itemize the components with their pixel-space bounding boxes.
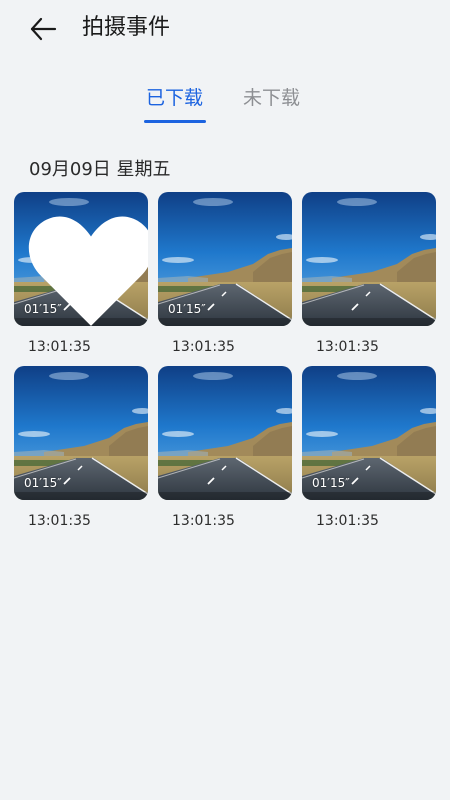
back-button[interactable] (26, 12, 60, 46)
video-thumbnail[interactable]: 01′15″ (302, 366, 436, 500)
app-header: 拍摄事件 (0, 0, 450, 56)
video-thumbnail[interactable] (158, 366, 292, 500)
tab-not-downloaded[interactable]: 未下载 (243, 84, 300, 112)
video-time: 13:01:35 (28, 339, 91, 355)
video-thumbnail[interactable]: 01′15″ (158, 192, 292, 326)
video-time: 13:01:35 (28, 513, 91, 529)
video-duration: 01′15″ (168, 302, 206, 316)
video-thumbnail[interactable] (302, 192, 436, 326)
video-duration: 01′15″ (24, 476, 62, 490)
video-time: 13:01:35 (172, 513, 235, 529)
video-duration: 01′15″ (24, 302, 62, 316)
video-duration: 01′15″ (312, 476, 350, 490)
video-time: 13:01:35 (172, 339, 235, 355)
active-tab-indicator (144, 120, 206, 123)
video-time: 13:01:35 (316, 339, 379, 355)
arrow-left-icon (30, 17, 57, 41)
video-time: 13:01:35 (316, 513, 379, 529)
video-thumbnail[interactable]: 01′15″ (14, 366, 148, 500)
page-title: 拍摄事件 (82, 15, 171, 40)
road-scene-image (302, 192, 436, 326)
date-heading: 09月09日 星期五 (29, 159, 171, 180)
tab-bar: 已下载 未下载 (0, 84, 450, 126)
road-scene-image (158, 366, 292, 500)
tab-downloaded[interactable]: 已下载 (146, 84, 203, 112)
video-thumbnail[interactable]: 01′15″ (14, 192, 148, 326)
